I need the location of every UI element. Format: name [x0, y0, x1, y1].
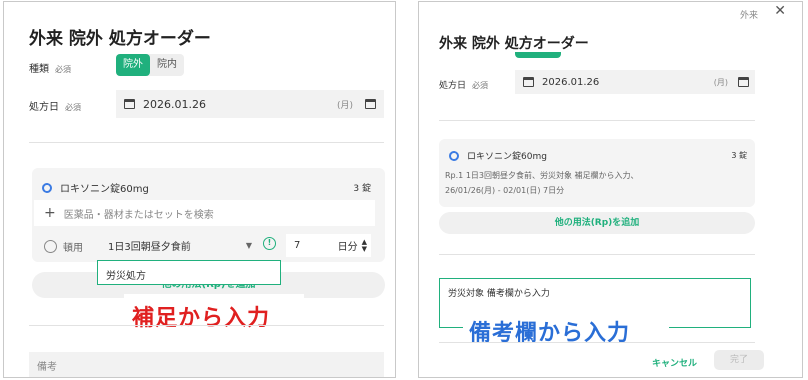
rp-line-2: 26/01/26(月) - 02/01(日) 7日分 — [445, 186, 565, 195]
timing-label: 頓用 — [63, 243, 83, 254]
drug-row[interactable]: ロキソニン錠60mg — [447, 148, 547, 163]
divider — [439, 342, 755, 343]
required-tag: 必須 — [472, 81, 489, 90]
date-value: 2026.01.26 — [542, 76, 600, 88]
type-option-selected-partial — [515, 52, 561, 58]
date-label-text: 処方日 — [439, 81, 467, 91]
plus-icon: + — [44, 205, 56, 221]
drug-row[interactable]: ロキソニン錠60mg — [40, 180, 149, 195]
drug-name: ロキソニン錠60mg — [467, 152, 547, 162]
divider — [29, 325, 384, 326]
timing-option[interactable]: 頓用 — [44, 239, 83, 254]
days-value: 7 — [294, 240, 301, 251]
calendar-icon — [124, 99, 135, 109]
drug-card: ロキソニン錠60mg 3 錠 + 医薬品・器材またはセットを検索 頓用 1日3回… — [32, 168, 385, 262]
search-placeholder: 医薬品・器材またはセットを検索 — [63, 209, 214, 221]
type-label: 種類 必須 — [29, 60, 71, 75]
type-option-ingai[interactable]: 院外 — [116, 54, 150, 76]
remarks-label: 備考 — [37, 362, 57, 373]
info-icon[interactable]: ! — [263, 237, 276, 250]
date-label: 処方日 必須 — [439, 78, 488, 91]
date-label-text: 処方日 — [29, 102, 59, 113]
stepper-icon[interactable]: ▲ ▼ — [362, 238, 367, 253]
add-rp-button[interactable]: 他の用法(Rp)を追加 — [439, 212, 755, 234]
dialog-title: 外来 院外 処方オーダー — [29, 29, 211, 49]
date-field[interactable]: 2026.01.26 (月) — [515, 70, 755, 94]
type-label-text: 種類 — [29, 64, 49, 75]
date-value: 2026.01.26 — [143, 97, 206, 111]
pill-icon — [447, 148, 461, 163]
date-label: 処方日 必須 — [29, 98, 81, 113]
days-unit: 日分 — [337, 242, 358, 253]
calendar-icon — [523, 77, 534, 87]
remarks-field[interactable]: 備考 — [29, 352, 384, 377]
calendar-picker-icon[interactable] — [365, 99, 376, 109]
supplement-popup[interactable]: 労災処方 — [97, 260, 281, 285]
drug-quantity[interactable]: 3 錠 — [353, 181, 371, 194]
rp-line-1: Rp.1 1日3回朝昼夕食前、労災対象 補足欄から入力、 — [445, 171, 639, 180]
remarks-value: 労災対象 備考欄から入力 — [448, 289, 550, 299]
popup-text: 労災処方 — [106, 271, 146, 282]
usage-value: 1日3回朝昼夕食前 — [108, 241, 191, 253]
drug-card: ロキソニン錠60mg 3 錠 Rp.1 1日3回朝昼夕食前、労災対象 補足欄から… — [439, 139, 755, 207]
drug-name: ロキソニン錠60mg — [60, 184, 149, 195]
required-tag: 必須 — [65, 103, 81, 112]
required-tag: 必須 — [55, 65, 71, 74]
done-button[interactable]: 完了 — [714, 350, 764, 370]
pill-icon — [40, 180, 54, 195]
type-option-innai[interactable]: 院内 — [150, 54, 184, 76]
chevron-down-icon: ▼ — [245, 240, 252, 250]
usage-select[interactable]: 1日3回朝昼夕食前 ▼ — [108, 234, 252, 256]
divider — [29, 142, 384, 143]
date-weekday: (月) — [713, 77, 728, 87]
annotation-label: 補足から入力 — [132, 306, 271, 331]
divider — [439, 254, 755, 255]
days-input[interactable]: 7 日分 ▲ ▼ — [286, 234, 371, 257]
calendar-picker-icon[interactable] — [738, 77, 749, 87]
left-order-dialog: 外来 院外 処方オーダー 種類 必須 院外 院内 処方日 必須 2026.01.26… — [3, 1, 396, 378]
right-order-dialog: 外来 ✕ 外来 院外 処方オーダー 処方日 必須 2026.01.26 (月) ロ… — [418, 1, 803, 378]
dialog-title: 外来 院外 処方オーダー — [439, 36, 589, 52]
type-segmented-control: 院外 院内 — [116, 54, 184, 76]
drug-search-input[interactable]: + 医薬品・器材またはセットを検索 — [34, 200, 375, 226]
cancel-button[interactable]: キャンセル — [652, 356, 697, 369]
date-field[interactable]: 2026.01.26 (月) — [116, 90, 384, 118]
date-weekday: (月) — [336, 100, 353, 111]
header-tag: 外来 — [739, 11, 758, 21]
close-icon[interactable]: ✕ — [774, 3, 786, 19]
radio-icon[interactable] — [44, 240, 57, 253]
drug-quantity[interactable]: 3 錠 — [731, 150, 747, 161]
divider — [439, 120, 755, 121]
